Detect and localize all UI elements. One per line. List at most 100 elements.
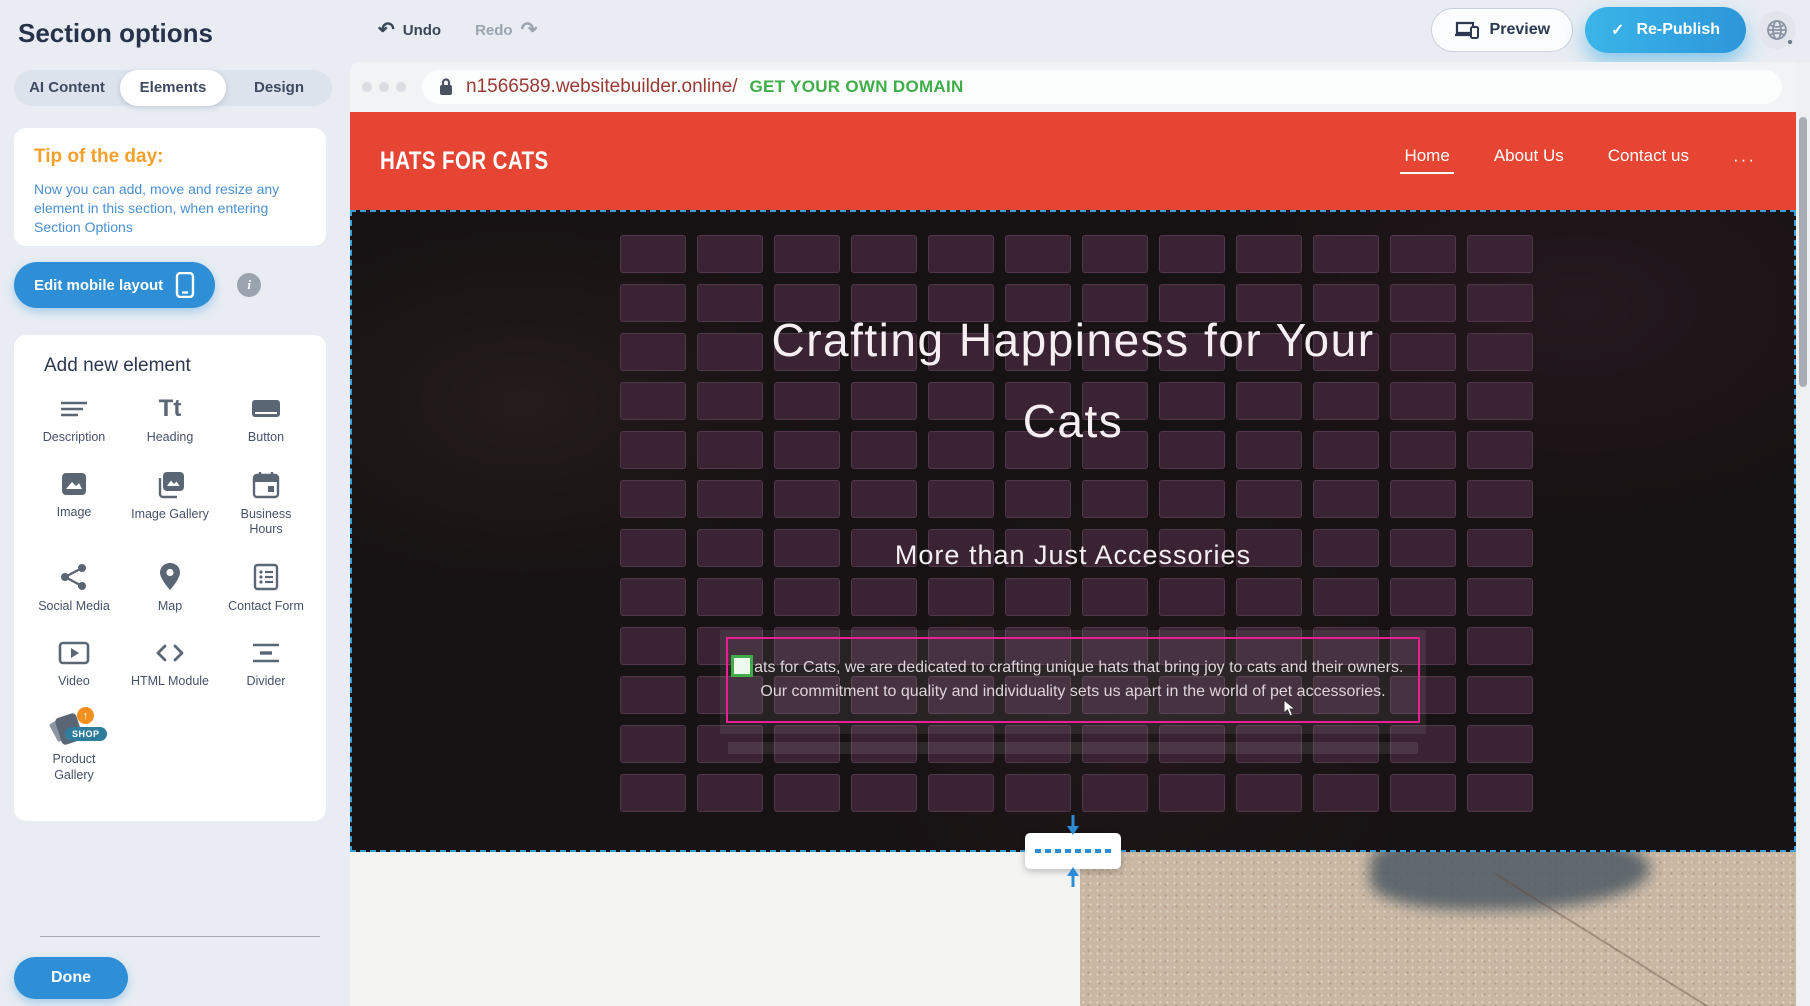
site-logo[interactable]: HATS FOR CATS	[380, 147, 549, 176]
element-label: Description	[43, 430, 106, 446]
mobile-phone-icon	[175, 272, 195, 298]
editor-topbar: ↶ Undo Redo ↷ Preview ✓ Re-Publish	[350, 0, 1810, 60]
hero-tile	[620, 480, 686, 518]
hero-tile	[1467, 627, 1533, 665]
hero-tile	[1082, 480, 1148, 518]
element-image-gallery[interactable]: Image Gallery	[122, 470, 218, 538]
hero-tile	[1390, 235, 1456, 273]
element-image[interactable]: Image	[26, 470, 122, 538]
map-pin-icon	[158, 562, 182, 592]
tab-design[interactable]: Design	[226, 70, 332, 106]
republish-button[interactable]: ✓ Re-Publish	[1585, 7, 1746, 53]
drag-handle[interactable]	[731, 655, 753, 677]
hero-tile	[620, 725, 686, 763]
hero-tile	[1390, 480, 1456, 518]
selected-paragraph-element[interactable]: Hats for Cats, we are dedicated to craft…	[726, 637, 1420, 723]
tab-ai-content[interactable]: AI Content	[14, 70, 120, 106]
page-title: Section options	[18, 18, 213, 49]
element-heading[interactable]: Tt Heading	[122, 395, 218, 446]
redo-label: Redo	[475, 22, 513, 39]
hero-tile	[1005, 774, 1071, 812]
heading-icon: Tt	[159, 395, 182, 423]
image-icon	[59, 470, 89, 498]
done-button[interactable]: Done	[14, 957, 128, 999]
hero-tile	[620, 235, 686, 273]
element-video[interactable]: Video	[26, 639, 122, 690]
hero-tile	[1467, 480, 1533, 518]
hero-tile	[1313, 235, 1379, 273]
element-label: Social Media	[38, 599, 110, 615]
shop-badge: SHOP	[65, 727, 107, 741]
section-resize-handle[interactable]	[1025, 833, 1121, 869]
tab-elements[interactable]: Elements	[120, 70, 226, 106]
address-bar[interactable]: n1566589.websitebuilder.online/ GET YOUR…	[422, 70, 1782, 104]
preview-button[interactable]: Preview	[1431, 8, 1573, 52]
hero-heading[interactable]: Crafting Happiness for Your Cats	[350, 300, 1796, 462]
language-globe-button[interactable]	[1758, 11, 1796, 49]
preview-scrollbar[interactable]	[1796, 62, 1810, 1006]
hero-tile	[1159, 480, 1225, 518]
element-map[interactable]: Map	[122, 562, 218, 615]
element-product-gallery[interactable]: ↑ SHOP Product Gallery	[26, 713, 122, 783]
tip-of-the-day-card: Tip of the day: Now you can add, move an…	[14, 128, 326, 246]
scrollbar-thumb[interactable]	[1799, 117, 1807, 387]
hero-tile	[1082, 774, 1148, 812]
preview-label: Preview	[1490, 21, 1550, 39]
hero-section[interactable]: Crafting Happiness for Your Cats More th…	[350, 210, 1796, 852]
edit-mobile-layout-button[interactable]: Edit mobile layout	[14, 262, 215, 308]
tip-title: Tip of the day:	[34, 146, 306, 168]
hero-tile	[1159, 774, 1225, 812]
hero-tile	[1390, 578, 1456, 616]
hero-tile	[1082, 578, 1148, 616]
element-label: Heading	[147, 430, 194, 446]
html-module-icon	[153, 639, 187, 667]
element-contact-form[interactable]: Contact Form	[218, 562, 314, 615]
paragraph-resize-bar	[728, 742, 1418, 754]
hero-tile	[774, 578, 840, 616]
element-html-module[interactable]: HTML Module	[122, 639, 218, 690]
button-icon	[249, 395, 283, 423]
lock-icon	[438, 77, 454, 97]
info-icon[interactable]: i	[237, 273, 261, 297]
mouse-cursor-icon	[1283, 699, 1296, 717]
hero-tile	[1313, 578, 1379, 616]
hero-tile	[1313, 480, 1379, 518]
hero-tile	[620, 578, 686, 616]
nav-about-us[interactable]: About Us	[1494, 146, 1564, 174]
nav-home[interactable]: Home	[1404, 146, 1449, 174]
hero-tile	[774, 235, 840, 273]
element-label: Business Hours	[223, 507, 309, 538]
element-business-hours[interactable]: Business Hours	[218, 470, 314, 538]
add-element-title: Add new element	[26, 355, 314, 377]
get-domain-link[interactable]: GET YOUR OWN DOMAIN	[750, 77, 964, 97]
hero-tile	[1082, 235, 1148, 273]
hero-tile	[1236, 578, 1302, 616]
arrow-down-icon	[1065, 815, 1081, 837]
element-button[interactable]: Button	[218, 395, 314, 446]
product-gallery-icon: ↑ SHOP	[52, 713, 96, 745]
element-description[interactable]: Description	[26, 395, 122, 446]
element-social-media[interactable]: Social Media	[26, 562, 122, 615]
redo-button[interactable]: Redo ↷	[475, 20, 537, 40]
browser-chrome-bar: n1566589.websitebuilder.online/ GET YOUR…	[350, 62, 1796, 112]
element-label: Video	[58, 674, 90, 690]
hero-paragraph: Hats for Cats, we are dedicated to craft…	[742, 656, 1404, 704]
check-icon: ✓	[1611, 20, 1624, 40]
description-icon	[57, 395, 91, 423]
site-header[interactable]: HATS FOR CATS Home About Us Contact us ·…	[350, 112, 1796, 210]
arrow-up-icon	[1065, 865, 1081, 887]
tip-body: Now you can add, move and resize any ele…	[34, 180, 306, 237]
hero-tile	[620, 774, 686, 812]
section-options-panel: Section options AI Content Elements Desi…	[0, 0, 350, 1006]
element-grid: Description Tt Heading Button Image	[26, 395, 314, 783]
video-icon	[57, 639, 91, 667]
floor-image	[1080, 852, 1796, 1006]
hero-tile	[1313, 774, 1379, 812]
nav-more-button[interactable]: ···	[1733, 150, 1756, 170]
hero-subheading[interactable]: More than Just Accessories	[350, 540, 1796, 571]
hero-tile	[1390, 774, 1456, 812]
undo-button[interactable]: ↶ Undo	[378, 20, 441, 40]
upgrade-badge-icon: ↑	[77, 707, 94, 724]
nav-contact-us[interactable]: Contact us	[1608, 146, 1689, 174]
element-divider[interactable]: Divider	[218, 639, 314, 690]
